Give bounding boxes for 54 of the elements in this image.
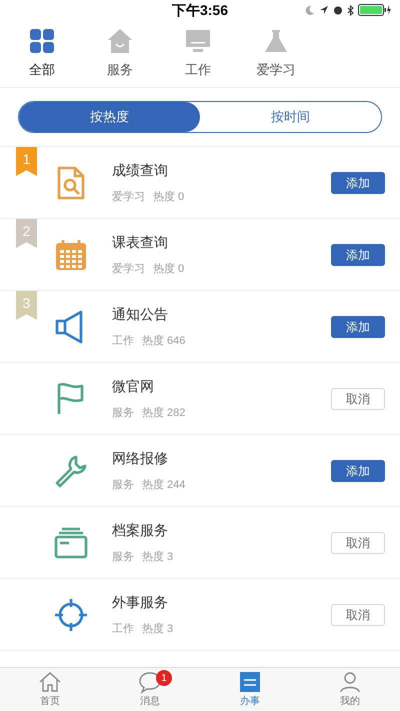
cancel-button[interactable]: 取消: [331, 388, 385, 410]
grid-icon: [29, 28, 55, 54]
service-title: 外事服务: [112, 592, 169, 612]
service-category: 工作: [112, 334, 134, 349]
category-tab[interactable]: 工作: [178, 28, 218, 80]
service-category: 服务: [112, 406, 134, 421]
battery-icon: [358, 4, 392, 16]
tab-bar-item[interactable]: 首页: [0, 668, 100, 711]
cancel-button[interactable]: 取消: [331, 532, 385, 554]
service-category: 服务: [112, 550, 134, 565]
service-title: 课表查询: [112, 232, 169, 252]
unread-badge: 1: [156, 670, 172, 686]
service-category: 爱学习: [112, 190, 145, 205]
heat-count: 热度 3: [142, 622, 174, 637]
service-category: 工作: [112, 622, 134, 637]
tab-bar-item[interactable]: 办事: [200, 668, 300, 711]
heat-count: 热度 244: [142, 478, 186, 493]
add-button[interactable]: 添加: [331, 316, 385, 338]
bluetooth-icon: [347, 4, 354, 16]
rank-ribbon: 3: [16, 291, 37, 320]
rank-ribbon: 2: [16, 219, 37, 248]
flask-icon: [263, 28, 289, 54]
monitor-icon: [185, 28, 211, 54]
service-title: 微官网: [112, 376, 155, 396]
moon-icon: [305, 5, 315, 15]
service-category: 爱学习: [112, 262, 145, 277]
category-tab[interactable]: 全部: [22, 28, 62, 80]
tasks-icon: [238, 670, 262, 694]
home-icon: [38, 670, 62, 694]
service-category: 服务: [112, 478, 134, 493]
service-title: 档案服务: [112, 520, 169, 540]
heat-count: 热度 282: [142, 406, 186, 421]
sort-tab[interactable]: 按热度: [19, 102, 200, 132]
chat-icon: [138, 670, 162, 694]
service-title: 网络报修: [112, 448, 169, 468]
add-button[interactable]: 添加: [331, 172, 385, 194]
tab-bar-item[interactable]: 我的: [300, 668, 400, 711]
category-tab[interactable]: 服务: [100, 28, 140, 80]
add-button[interactable]: 添加: [331, 460, 385, 482]
heat-count: 热度 3: [142, 550, 174, 565]
heat-count: 热度 0: [153, 190, 184, 205]
cancel-button[interactable]: 取消: [331, 604, 385, 626]
service-title: 成绩查询: [112, 160, 169, 180]
category-tab[interactable]: 爱学习: [256, 28, 296, 80]
status-time: 下午3:56: [172, 0, 228, 20]
location-icon: [319, 5, 329, 15]
heat-count: 热度 646: [142, 334, 186, 349]
heat-count: 热度 0: [153, 262, 184, 277]
house-icon: [107, 28, 133, 54]
rank-ribbon: 1: [16, 147, 37, 176]
service-title: 通知公告: [112, 304, 169, 324]
person-icon: [338, 670, 362, 694]
tab-bar-item[interactable]: 消息 1: [100, 668, 200, 711]
add-button[interactable]: 添加: [331, 244, 385, 266]
